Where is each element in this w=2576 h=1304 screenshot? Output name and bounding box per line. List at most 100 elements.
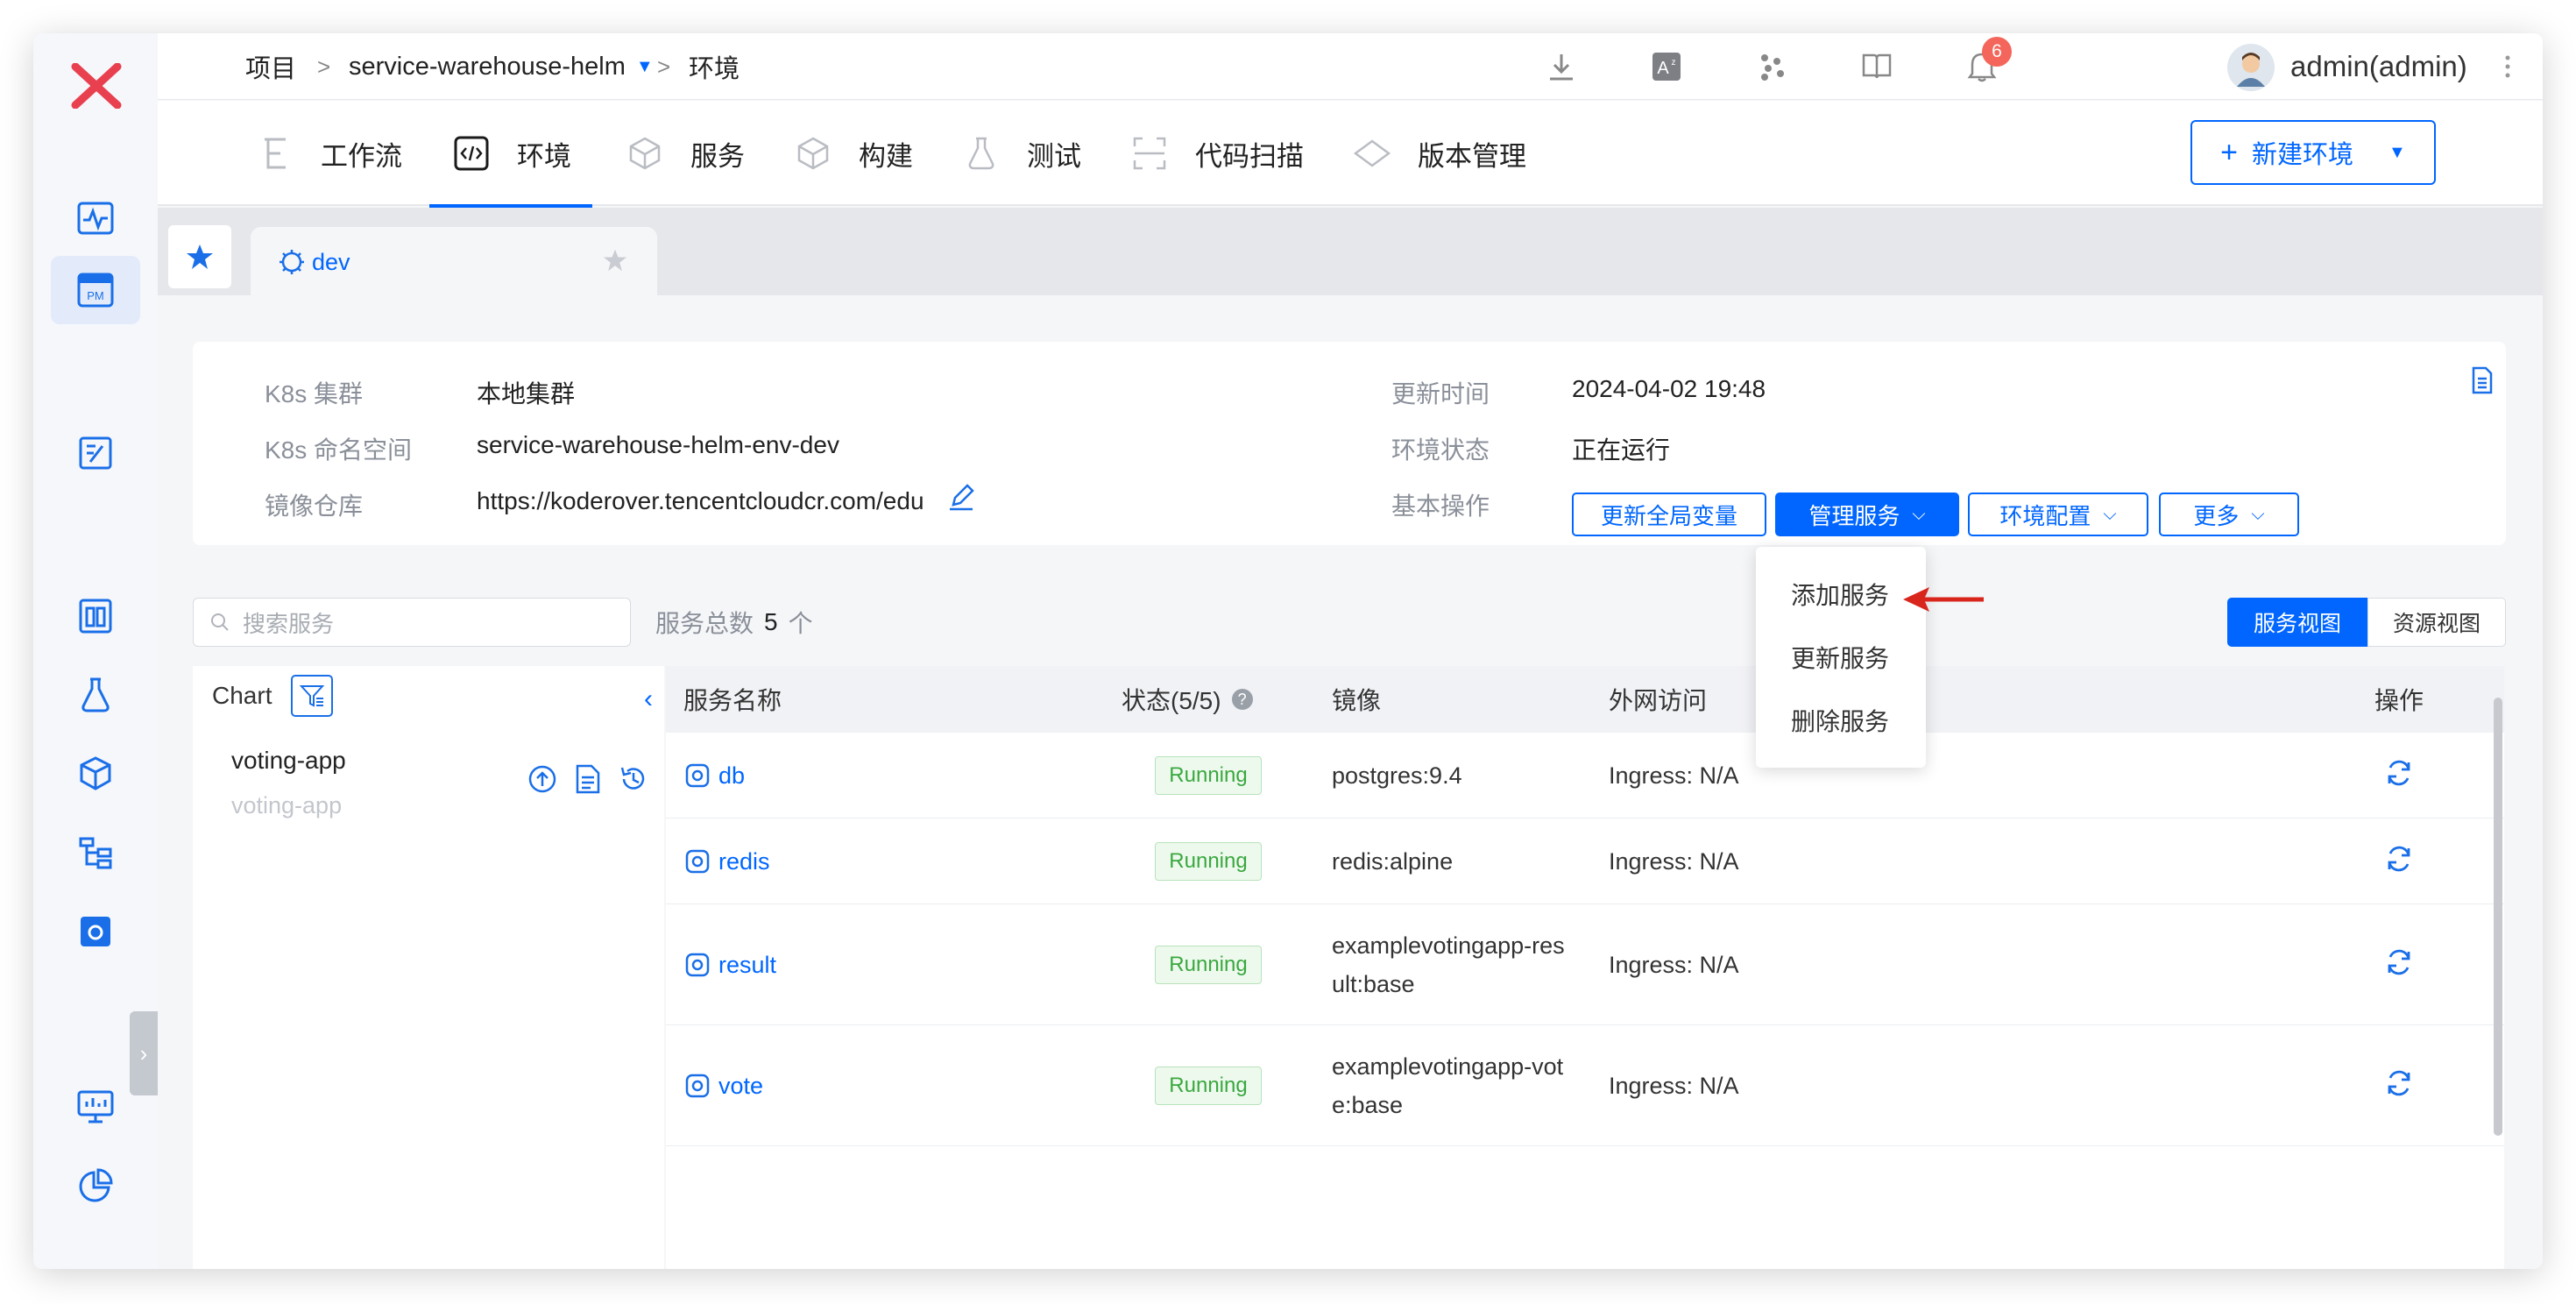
edit-pencil-icon[interactable] (948, 482, 974, 512)
chevron-down-icon: ⌵ (2103, 504, 2117, 524)
plugin-dots-icon[interactable] (1754, 49, 1789, 84)
download-icon[interactable] (1544, 49, 1579, 84)
svg-text:PM: PM (87, 289, 104, 302)
status-badge: Running (1155, 842, 1262, 881)
update-time-value: 2024-04-02 19:48 (1572, 375, 1766, 402)
document-icon[interactable] (2471, 366, 2494, 394)
service-name-cell[interactable]: redis (685, 819, 770, 904)
table-scrollbar[interactable] (2494, 698, 2502, 1136)
values-doc-icon[interactable] (575, 764, 601, 794)
menu-update-service[interactable]: 更新服务 (1791, 640, 1889, 675)
access-cell: Ingress: N/A (1609, 1072, 1739, 1099)
rail-package-icon[interactable] (51, 740, 140, 808)
k8s-namespace-value: service-warehouse-helm-env-dev (477, 431, 839, 458)
service-name-cell[interactable]: result (685, 904, 776, 1025)
refresh-icon[interactable] (2383, 1067, 2415, 1099)
rail-display-icon[interactable] (51, 1073, 140, 1141)
breadcrumb-root[interactable]: 项目 (245, 33, 296, 100)
favorite-star-icon[interactable] (168, 225, 231, 288)
resource-view-toggle[interactable]: 资源视图 (2367, 598, 2506, 647)
image-cell: examplevotingapp-res (1332, 932, 1565, 959)
environment-info-card: K8s 集群 本地集群 K8s 命名空间 service-warehouse-h… (193, 342, 2506, 545)
test-flask-icon (962, 134, 1001, 173)
refresh-icon[interactable] (2383, 757, 2415, 789)
service-name-link: result (718, 951, 777, 978)
tab-code-scan-label: 代码扫描 (1195, 140, 1304, 172)
service-name-cell[interactable]: vote (685, 1025, 763, 1146)
env-config-label: 环境配置 (1999, 502, 2091, 529)
breadcrumb-project-label: service-warehouse-helm (349, 52, 626, 81)
service-name-link: redis (718, 847, 770, 875)
env-tab-dev[interactable]: dev (251, 227, 657, 297)
table-row: db Running postgres:9.4 Ingress: N/A (666, 733, 2504, 819)
breadcrumb-project[interactable]: service-warehouse-helm ▼ (349, 33, 654, 100)
tab-version[interactable]: 版本管理 (1353, 101, 1526, 206)
filter-icon[interactable] (291, 675, 333, 717)
service-name-link: db (718, 762, 746, 789)
rail-monitor-icon[interactable] (51, 184, 140, 252)
upgrade-icon[interactable] (527, 764, 557, 794)
rail-topology-icon[interactable] (51, 819, 140, 887)
breadcrumb-separator: > (317, 53, 331, 80)
status-badge: Running (1155, 756, 1262, 795)
more-vertical-icon[interactable] (2490, 49, 2525, 84)
breadcrumb-separator: > (657, 53, 671, 80)
chevron-down-icon: ⌵ (2251, 504, 2265, 524)
refresh-icon[interactable] (2383, 946, 2415, 978)
left-sidebar: PM › (33, 33, 158, 1269)
access-cell: Ingress: N/A (1609, 762, 1739, 789)
service-view-toggle[interactable]: 服务视图 (2227, 598, 2367, 647)
refresh-icon[interactable] (2383, 843, 2415, 875)
env-status-value: 正在运行 (1572, 436, 1671, 464)
tab-workflow[interactable]: 工作流 (256, 101, 402, 206)
help-icon[interactable]: ? (1231, 689, 1253, 710)
rail-edit-doc-icon[interactable] (51, 419, 140, 487)
user-name[interactable]: admin(admin) (2290, 33, 2467, 100)
project-nav-tabs: 工作流 环境 服务 构建 测试 代码扫描 版本管理 + 新建环境 ▼ (158, 101, 2543, 208)
manage-services-button[interactable]: 管理服务 ⌵ (1775, 493, 1959, 536)
env-tab-label: dev (312, 248, 350, 275)
update-global-vars-button[interactable]: 更新全局变量 (1572, 493, 1766, 536)
tab-code-scan[interactable]: 代码扫描 (1130, 101, 1304, 206)
header-status: 状态(5/5) ? (1122, 666, 1253, 733)
service-icon (685, 849, 710, 874)
history-icon[interactable] (619, 764, 648, 794)
env-config-button[interactable]: 环境配置 ⌵ (1968, 493, 2148, 536)
more-button[interactable]: 更多 ⌵ (2159, 493, 2299, 536)
breadcrumb-current: 环境 (689, 55, 740, 83)
tab-build[interactable]: 构建 (794, 101, 913, 206)
update-global-vars-label: 更新全局变量 (1600, 502, 1737, 529)
menu-add-service[interactable]: 添加服务 (1791, 577, 1889, 612)
user-avatar[interactable] (2227, 44, 2275, 91)
update-time-label: 更新时间 (1391, 380, 1490, 408)
tab-environment[interactable]: 环境 (429, 101, 592, 208)
status-badge: Running (1155, 946, 1262, 984)
header-image: 镜像 (1332, 687, 1382, 714)
sidebar-expand-toggle[interactable]: › (130, 1011, 158, 1095)
chart-item-name[interactable]: voting-app (231, 747, 346, 775)
service-count-label: 服务总数 (655, 610, 754, 637)
star-outline-icon[interactable] (603, 248, 627, 273)
rail-pie-chart-icon[interactable] (51, 1152, 140, 1220)
header-status-label: 状态(5/5) (1122, 687, 1221, 714)
collapse-panel-icon[interactable]: ‹ (631, 682, 666, 717)
rail-dashboard-icon[interactable] (51, 582, 140, 650)
zadig-logo-icon[interactable] (61, 51, 131, 121)
tab-test[interactable]: 测试 (962, 101, 1081, 206)
service-name-cell[interactable]: db (685, 733, 745, 819)
basic-ops-label: 基本操作 (1391, 493, 1490, 520)
menu-delete-service[interactable]: 删除服务 (1791, 703, 1889, 738)
rail-project-pm-icon[interactable]: PM (51, 256, 140, 324)
k8s-cluster-value: 本地集群 (477, 380, 576, 408)
notification-bell-icon[interactable]: 6 (1964, 37, 2012, 84)
translate-icon[interactable]: Az (1649, 49, 1684, 84)
k8s-cluster-label: K8s 集群 (265, 380, 364, 408)
search-input[interactable]: 搜索服务 (193, 598, 631, 647)
new-environment-button[interactable]: + 新建环境 ▼ (2190, 120, 2436, 185)
app-window: PM › 项目 > service-warehouse-helm ▼ > 环境 … (33, 33, 2543, 1269)
tab-service[interactable]: 服务 (626, 101, 745, 206)
rail-settings-icon[interactable] (51, 897, 140, 966)
service-icon (685, 1074, 710, 1098)
rail-test-flask-icon[interactable] (51, 661, 140, 729)
docs-book-icon[interactable] (1859, 49, 1894, 84)
